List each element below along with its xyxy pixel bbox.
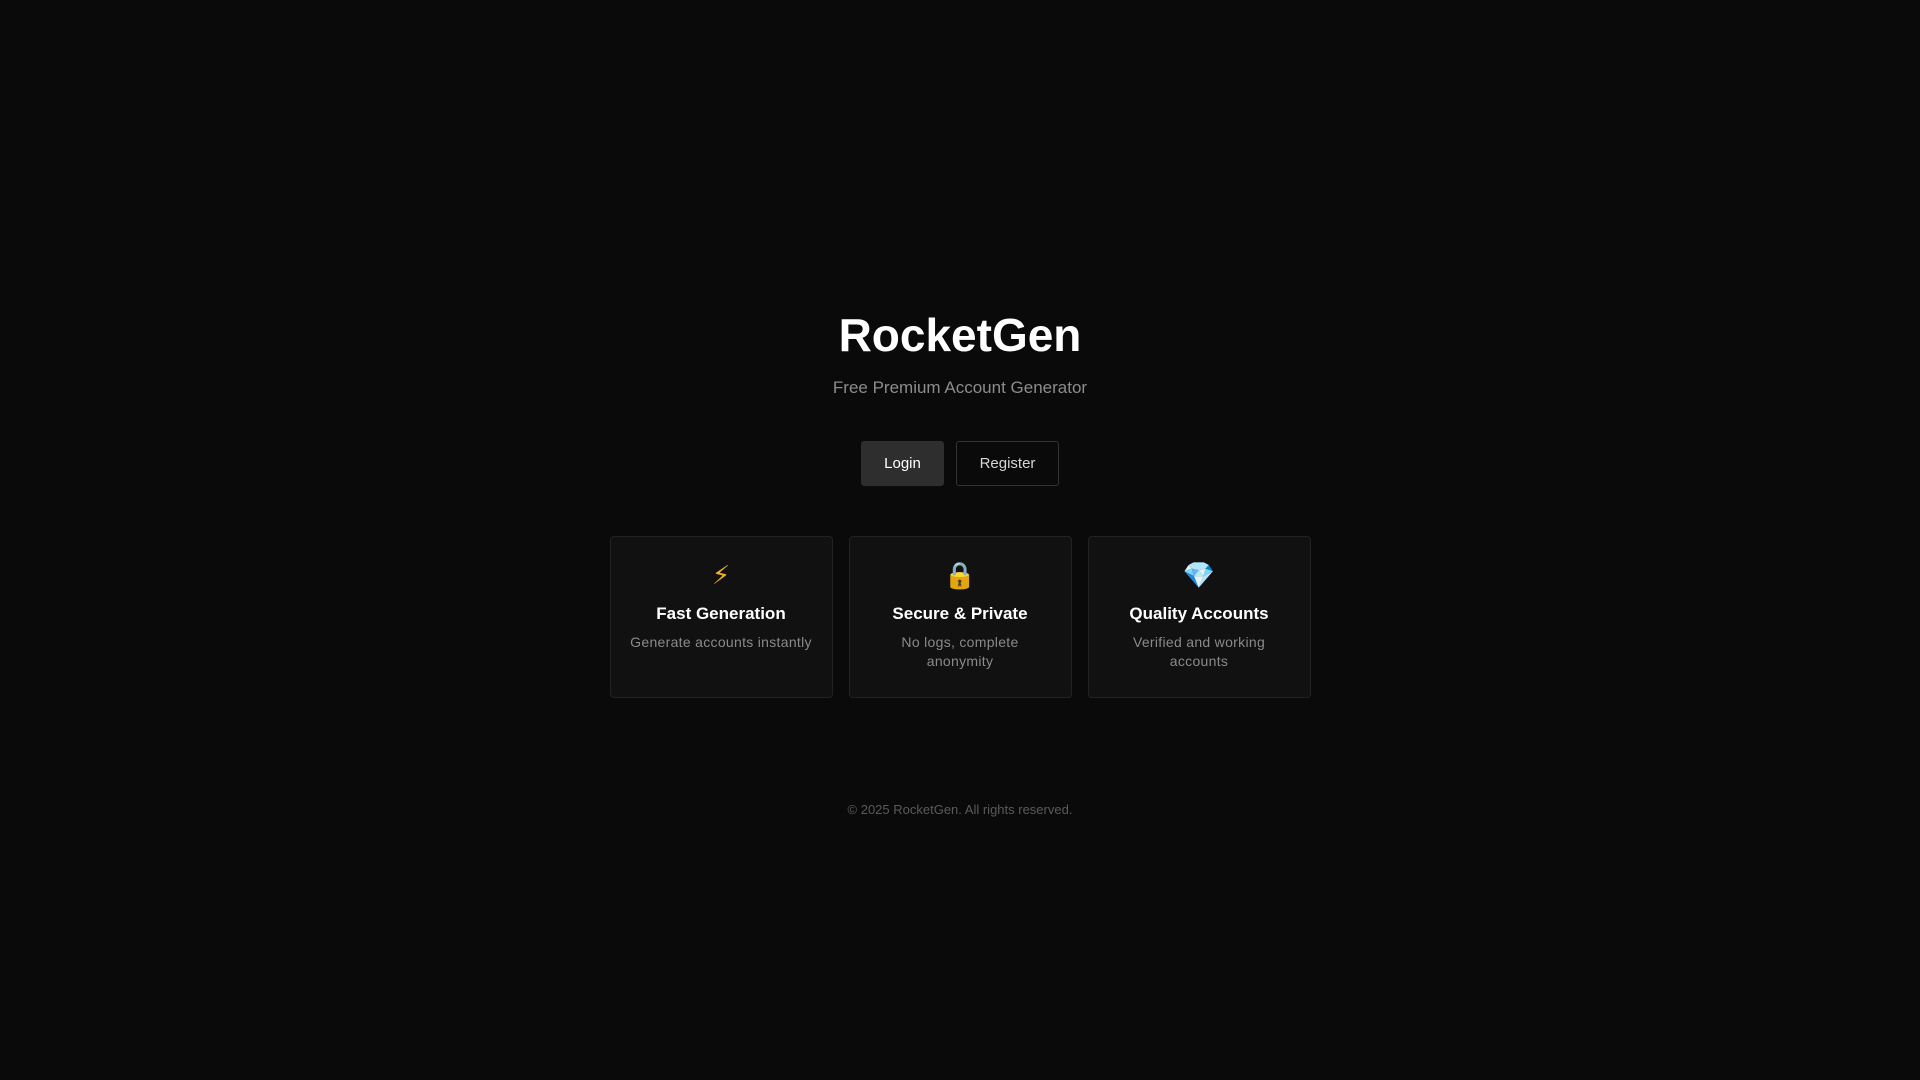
gem-icon: 💎	[1182, 561, 1216, 591]
lightning-bolt-icon: ⚡	[711, 561, 731, 591]
features-grid: ⚡ Fast Generation Generate accounts inst…	[609, 536, 1311, 698]
feature-title: Secure & Private	[892, 604, 1028, 623]
feature-description: Verified and working accounts	[1132, 634, 1266, 669]
site-subtitle: Free Premium Account Generator	[832, 378, 1088, 397]
feature-title: Fast Generation	[656, 604, 786, 623]
footer-copyright: © 2025 RocketGen. All rights reserved.	[847, 802, 1073, 817]
feature-card-secure-private: 🔒 Secure & Private No logs, complete ano…	[848, 536, 1072, 698]
feature-card-fast-generation: ⚡ Fast Generation Generate accounts inst…	[609, 536, 833, 698]
auth-actions: Login Register	[861, 441, 1059, 486]
login-button[interactable]: Login	[861, 441, 944, 486]
feature-description: No logs, complete anonymity	[901, 634, 1019, 669]
landing-page: RocketGen Free Premium Account Generator…	[0, 0, 1920, 1080]
register-button[interactable]: Register	[956, 441, 1059, 486]
site-title: RocketGen	[838, 309, 1082, 361]
hero-section: RocketGen Free Premium Account Generator…	[0, 300, 1920, 698]
feature-description: Generate accounts instantly	[630, 634, 812, 650]
feature-title: Quality Accounts	[1129, 604, 1269, 623]
feature-card-quality-accounts: 💎 Quality Accounts Verified and working …	[1087, 536, 1311, 698]
lock-icon: 🔒	[943, 561, 977, 591]
